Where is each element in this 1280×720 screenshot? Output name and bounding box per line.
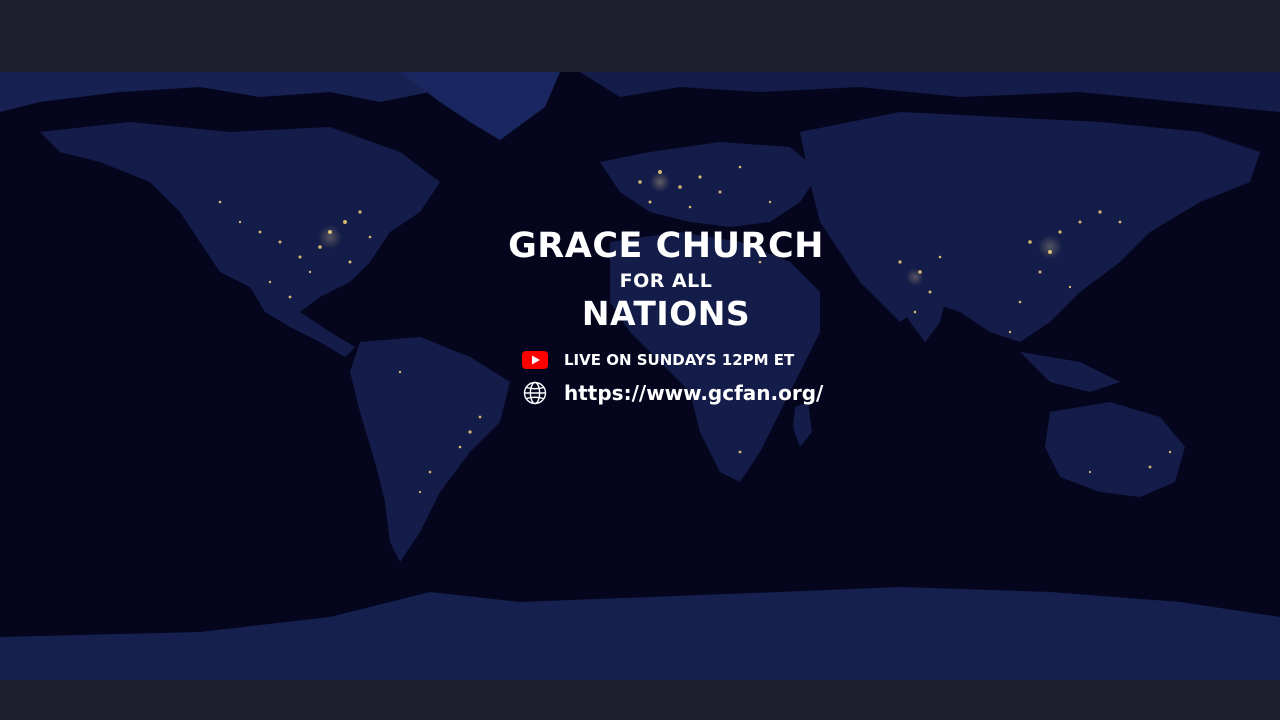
video-frame: GRACE CHURCH FOR ALL NATIONS LIVE ON SUN… — [0, 0, 1280, 720]
banner-content: GRACE CHURCH FOR ALL NATIONS LIVE ON SUN… — [0, 72, 1280, 680]
stream-schedule-label: LIVE ON SUNDAYS 12PM ET — [564, 351, 795, 369]
website-row: https://www.gcfan.org/ — [522, 380, 823, 406]
channel-banner: GRACE CHURCH FOR ALL NATIONS LIVE ON SUN… — [0, 72, 1280, 680]
youtube-icon — [522, 347, 548, 373]
channel-subtitle: FOR ALL — [619, 270, 713, 292]
globe-icon — [522, 380, 548, 406]
channel-title-second-line: NATIONS — [581, 294, 751, 333]
website-link[interactable]: https://www.gcfan.org/ — [564, 381, 823, 405]
stream-schedule-row: LIVE ON SUNDAYS 12PM ET — [522, 347, 794, 373]
channel-title: GRACE CHURCH — [508, 226, 824, 266]
